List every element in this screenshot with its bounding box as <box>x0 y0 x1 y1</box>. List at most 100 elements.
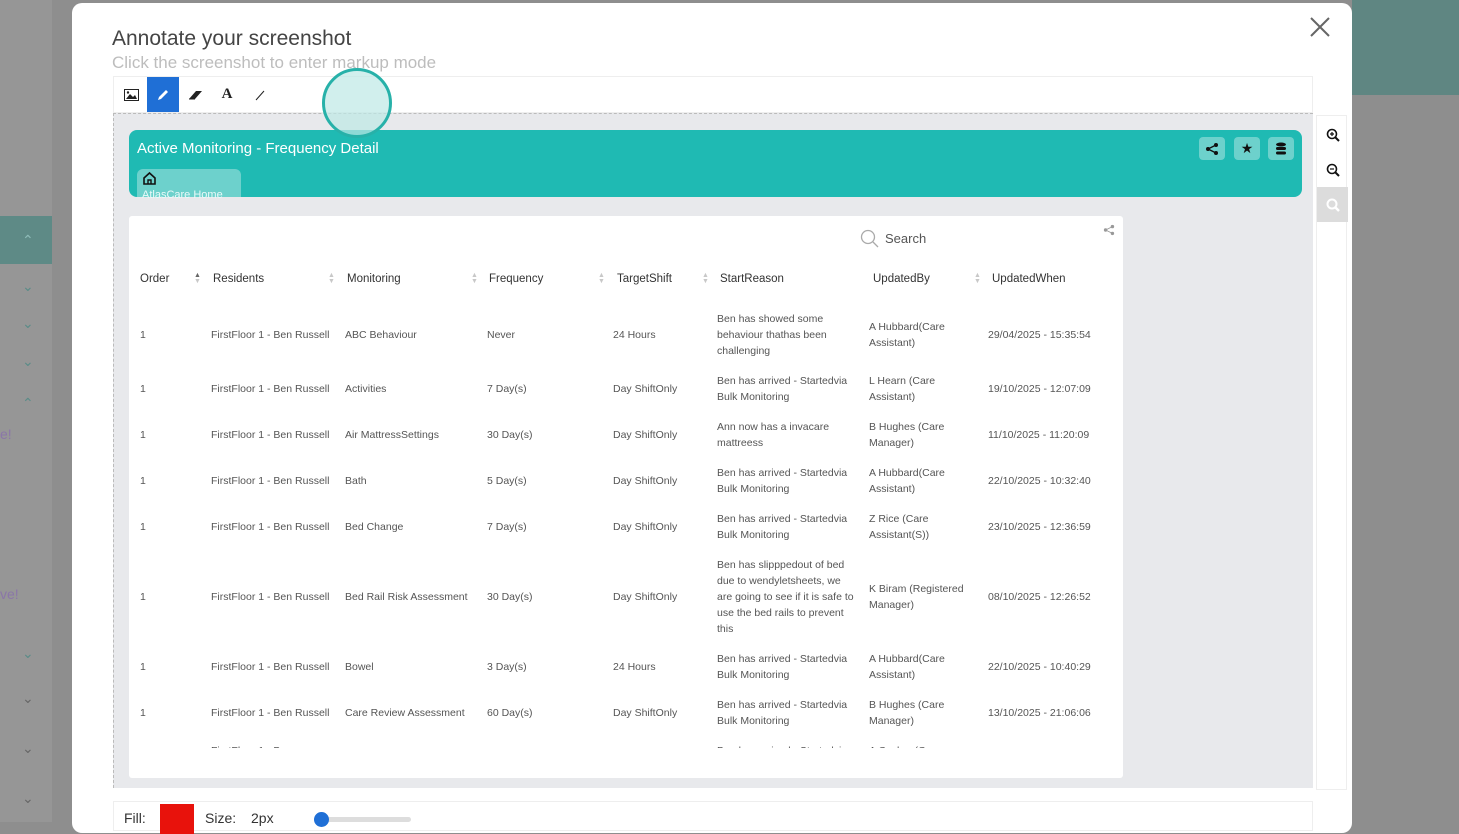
cell-target-shift: Day ShiftOnly <box>613 591 678 603</box>
zoom-reset-button[interactable] <box>1317 187 1348 222</box>
column-header-targetshift[interactable]: TargetShift <box>617 273 672 285</box>
pencil-icon <box>158 89 168 100</box>
zoom-out-button[interactable] <box>1317 152 1348 187</box>
table-row[interactable]: 1 FirstFloor 1 - Ben Russell Bed Change 7 D… <box>129 504 1123 550</box>
background-text: e! <box>0 426 12 442</box>
cell-updated-by: A Hubbard(Care Assistant) <box>869 653 945 681</box>
cell-monitoring: Bed Change <box>345 521 404 533</box>
table-row[interactable]: 1 FirstFloor 1 - Ben Russell Bowel 3 Day(s)… <box>129 644 1123 690</box>
chevron-down-icon: ⌄ <box>22 790 34 806</box>
column-header-monitoring[interactable]: Monitoring <box>347 273 401 285</box>
chevron-down-icon: ⌄ <box>22 690 34 706</box>
cell-target-shift: Day ShiftOnly <box>613 707 678 719</box>
table-row[interactable]: 1 FirstFloor 1 - Ben Russell ABC Behaviour… <box>129 304 1123 366</box>
column-header-order[interactable]: Order <box>140 273 169 285</box>
search-icon <box>1326 198 1340 212</box>
cell-frequency: 30 Day(s) <box>487 591 533 603</box>
table-row[interactable]: 1 FirstFloor 1 - Ben Russell Bath 5 Day(s) D… <box>129 458 1123 504</box>
cell-updated-by: Z Rice (Care Assistant(S)) <box>869 513 930 541</box>
search-button[interactable]: Search <box>860 229 926 248</box>
cell-target-shift: 24 Hours <box>613 329 656 341</box>
sort-icon[interactable]: ▲ ▼ <box>328 272 336 285</box>
home-icon <box>143 171 156 185</box>
cell-start-reason: Ben has slipppedout of bed due to wendyl… <box>717 559 854 635</box>
screenshot-canvas[interactable]: Active Monitoring - Frequency Detail Atl… <box>113 113 1313 788</box>
breadcrumb-home[interactable]: AtlasCare Home <box>137 169 241 201</box>
cell-updated-by: B Hughes (Care Manager) <box>869 421 945 449</box>
column-header-frequency[interactable]: Frequency <box>489 273 543 285</box>
sort-icon[interactable]: ▲ ▼ <box>702 272 710 285</box>
image-tool-button[interactable] <box>115 77 147 112</box>
fill-color-swatch[interactable] <box>160 804 194 834</box>
size-value: 2px <box>251 810 274 826</box>
pen-tool-button[interactable] <box>147 77 179 112</box>
cell-start-reason: Ann now has a invacare mattreess <box>717 421 830 449</box>
sort-icon[interactable]: ▲ ▼ <box>974 272 982 285</box>
column-header-startreason[interactable]: StartReason <box>720 273 784 285</box>
chevron-down-icon: ⌄ <box>22 278 34 294</box>
cell-target-shift: Day ShiftOnly <box>613 521 678 533</box>
table-row[interactable]: 1 FirstFloor 1 - Ben Russell Bed Rail Risk… <box>129 550 1123 644</box>
cell-start-reason: Ben has arrived - Startedvia Bulk Monito… <box>717 653 848 681</box>
share-button[interactable] <box>1199 137 1225 160</box>
column-header-updatedby[interactable]: UpdatedBy <box>873 273 930 285</box>
cell-monitoring: Bed Rail Risk Assessment <box>345 591 468 603</box>
cell-frequency: 3 Day(s) <box>487 661 527 673</box>
cell-updated-when: 11/10/2025 - 11:20:09 <box>988 429 1090 441</box>
line-icon <box>255 90 265 100</box>
cell-frequency: 7 Day(s) <box>487 521 527 533</box>
cell-target-shift: Day ShiftOnly <box>613 429 678 441</box>
column-header-updatedwhen[interactable]: UpdatedWhen <box>992 273 1066 285</box>
star-icon: ★ <box>1240 140 1254 156</box>
cell-resident: FirstFloor 1 - Ben Russell <box>211 707 330 719</box>
close-icon[interactable] <box>1308 15 1332 39</box>
page-title: Active Monitoring - Frequency Detail <box>137 140 379 157</box>
cell-monitoring: Bath <box>345 475 367 487</box>
sort-icon[interactable]: ▲ ▼ <box>598 272 606 285</box>
eraser-icon <box>188 90 202 99</box>
cell-start-reason: Ben has arrived - Startedvia Bulk Monito… <box>717 375 848 403</box>
cell-frequency: 5 Day(s) <box>487 475 527 487</box>
cell-order: 1 <box>140 661 146 673</box>
chevron-up-icon: ⌃ <box>22 395 34 411</box>
text-tool-button[interactable]: A <box>211 77 243 112</box>
cell-updated-when: 19/10/2025 - 12:07:09 <box>988 383 1091 395</box>
line-tool-button[interactable] <box>244 77 276 112</box>
cell-target-shift: Day ShiftOnly <box>613 383 678 395</box>
column-header-residents[interactable]: Residents <box>213 273 264 285</box>
cell-monitoring: Air MattressSettings <box>345 429 439 441</box>
favourite-button[interactable]: ★ <box>1234 137 1260 160</box>
sort-icon[interactable]: ▲ ▼ <box>194 272 202 285</box>
breadcrumb-label: AtlasCare Home <box>142 189 223 201</box>
table-row[interactable]: FirstFloor 1 - Ben Ben has arrived - Star… <box>129 736 1123 748</box>
share-icon[interactable] <box>1103 224 1115 236</box>
size-slider[interactable] <box>314 812 411 827</box>
page-header: Active Monitoring - Frequency Detail Atl… <box>129 130 1302 201</box>
frequency-table-card: Search Order Residents Monitoring Freque… <box>129 216 1123 778</box>
size-slider-thumb[interactable] <box>314 812 329 827</box>
cell-order: 1 <box>140 429 146 441</box>
cell-resident: FirstFloor 1 - Ben Russell <box>211 329 330 341</box>
cell-target-shift: 24 Hours <box>613 661 656 673</box>
sort-icon[interactable]: ▲ ▼ <box>471 272 479 285</box>
eraser-tool-button[interactable] <box>179 77 211 112</box>
cell-updated-when: 22/10/2025 - 10:32:40 <box>988 475 1091 487</box>
cell-monitoring: ABC Behaviour <box>345 329 417 341</box>
cell-updated-by: L Hearn (Care Assistant) <box>869 375 936 403</box>
search-icon <box>860 229 879 248</box>
cell-order: 1 <box>140 707 146 719</box>
size-label: Size: <box>205 810 237 826</box>
cell-target-shift: Day ShiftOnly <box>613 475 678 487</box>
cell-resident: FirstFloor 1 - Ben Russell <box>211 591 330 603</box>
database-button[interactable] <box>1268 137 1294 160</box>
cell-resident: FirstFloor 1 - Ben Russell <box>211 475 330 487</box>
table-row[interactable]: 1 FirstFloor 1 - Ben Russell Care Review A… <box>129 690 1123 736</box>
modal-title: Annotate your screenshot <box>112 27 352 50</box>
modal-subtitle: Click the screenshot to enter markup mod… <box>112 53 437 72</box>
table-row[interactable]: 1 FirstFloor 1 - Ben Russell Air MattressS… <box>129 412 1123 458</box>
markup-toolbar: A <box>113 76 1313 113</box>
zoom-controls <box>1316 115 1348 790</box>
database-icon <box>1276 142 1286 154</box>
zoom-in-button[interactable] <box>1317 117 1348 152</box>
table-row[interactable]: 1 FirstFloor 1 - Ben Russell Activities 7 D… <box>129 366 1123 412</box>
